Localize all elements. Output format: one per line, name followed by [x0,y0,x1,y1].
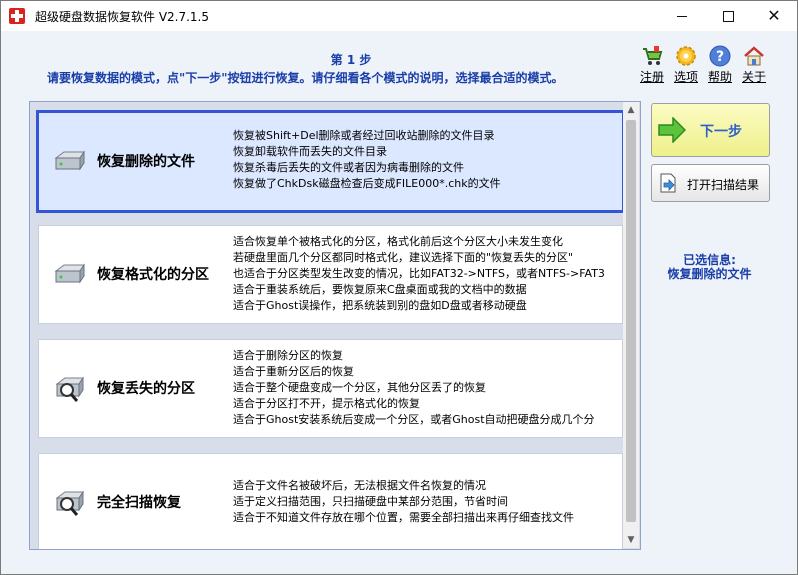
next-step-button[interactable]: 下一步 [651,103,770,157]
mode-description: 适合于删除分区的恢复 适合于重新分区后的恢复 适合于整个硬盘变成一个分区，其他分… [233,348,595,428]
desc-line: 适合于Ghost安装系统后变成一个分区，或者Ghost自动把硬盘分成几个分 [233,413,595,426]
window-title: 超级硬盘数据恢复软件 V2.7.1.5 [35,10,210,24]
desc-line: 恢复杀毒后丢失的文件或者因为病毒删除的文件 [233,161,464,174]
desc-line: 恢复被Shift+Del删除或者经过回收站删除的文件目录 [233,129,495,142]
mode-item-full-scan[interactable]: 完全扫描恢复 适合于文件名被破坏后，无法根据文件名恢复的情况 适于定义扫描范围，… [38,453,623,549]
step-header: 第 1 步 请要恢复数据的模式，点"下一步"按钮进行恢复。请仔细看各个模式的说明… [1,31,797,95]
mode-list: 恢复删除的文件 恢复被Shift+Del删除或者经过回收站删除的文件目录 恢复卸… [29,101,641,550]
desc-line: 适合于整个硬盘变成一个分区，其他分区丢了的恢复 [233,381,486,394]
mode-item-recover-lost-partition[interactable]: 恢复丢失的分区 适合于删除分区的恢复 适合于重新分区后的恢复 适合于整个硬盘变成… [38,339,623,438]
mode-description: 适合于文件名被破坏后，无法根据文件名恢复的情况 适于定义扫描范围，只扫描硬盘中某… [233,478,574,526]
minimize-button[interactable] [659,1,705,31]
open-scan-result-button[interactable]: 打开扫描结果 [651,164,770,202]
mode-item-recover-formatted[interactable]: 恢复格式化的分区 适合恢复单个被格式化的分区，格式化前后这个分区大小未发生变化 … [38,225,623,324]
desc-line: 适合恢复单个被格式化的分区，格式化前后这个分区大小未发生变化 [233,235,563,248]
desc-line: 适合于Ghost误操作，把系统装到别的盘如D盘或者移动硬盘 [233,299,527,312]
app-red-cross-icon [9,8,25,24]
mode-name: 完全扫描恢复 [97,495,181,511]
desc-line: 适合于重新分区后的恢复 [233,365,354,378]
desc-line: 适于定义扫描范围，只扫描硬盘中某部分范围，节省时间 [233,495,508,508]
minimize-icon [677,16,687,17]
title-bar[interactable]: 超级硬盘数据恢复软件 V2.7.1.5 ✕ [1,1,797,31]
app-window: 超级硬盘数据恢复软件 V2.7.1.5 ✕ 第 1 步 请要恢复数据的模式，点"… [0,0,798,575]
options-link[interactable]: 选项 [671,45,701,85]
mode-name: 恢复丢失的分区 [97,381,195,397]
svg-text:?: ? [716,49,724,65]
help-label: 帮助 [707,70,732,84]
disk-magnifier-icon [55,490,84,516]
mode-name: 恢复删除的文件 [97,154,195,170]
cart-icon [643,46,663,65]
selected-info-value: 恢复删除的文件 [667,267,752,281]
home-icon [744,46,764,66]
disk-magnifier-icon [55,376,84,402]
gear-icon [676,46,696,66]
about-link[interactable]: 关于 [739,45,769,85]
desc-line: 恢复做了ChkDsk磁盘检查后变成FILE000*.chk的文件 [233,177,501,190]
help-icon: ? [709,45,731,67]
options-label: 选项 [673,70,698,84]
help-link[interactable]: ? 帮助 [705,45,735,85]
register-link[interactable]: 注册 [637,45,667,85]
harddisk-icon [54,263,85,284]
about-label: 关于 [741,70,766,84]
maximize-button[interactable] [705,1,751,31]
green-arrow-icon [658,117,686,143]
selected-info-label: 已选信息: [683,253,736,267]
mode-name: 恢复格式化的分区 [97,267,209,283]
scroll-down-arrow-icon[interactable]: ▼ [623,532,639,548]
step-instruction: 请要恢复数据的模式，点"下一步"按钮进行恢复。请仔细看各个模式的说明，选择最合适… [47,71,564,85]
step-title: 第 1 步 [330,53,372,67]
mode-description: 适合恢复单个被格式化的分区，格式化前后这个分区大小未发生变化 若硬盘里面几个分区… [233,234,605,314]
close-icon: ✕ [767,6,781,25]
selected-info: 已选信息: 恢复删除的文件 [651,253,768,281]
desc-line: 恢复卸载软件而丢失的文件目录 [233,145,387,158]
desc-line: 也适合于分区类型发生改变的情况，比如FAT32->NTFS，或者NTFS->FA… [233,267,605,280]
desc-line: 适合于文件名被破坏后，无法根据文件名恢复的情况 [233,479,486,492]
desc-line: 若硬盘里面几个分区都同时格式化，建议选择下面的"恢复丢失的分区" [233,251,574,264]
maximize-icon [722,11,734,22]
close-button[interactable]: ✕ [751,1,797,31]
next-step-label: 下一步 [700,124,742,140]
mode-list-scrollbar[interactable]: ▲ ▼ [623,102,639,548]
open-document-icon [660,173,676,193]
mode-description: 恢复被Shift+Del删除或者经过回收站删除的文件目录 恢复卸载软件而丢失的文… [233,128,501,192]
open-scan-result-label: 打开扫描结果 [687,178,760,192]
desc-line: 适合于重装系统后，要恢复原来C盘桌面或我的文档中的数据 [233,283,527,296]
scroll-thumb[interactable] [626,120,636,522]
register-label: 注册 [639,70,664,84]
scroll-up-arrow-icon[interactable]: ▲ [623,102,639,118]
desc-line: 适合于分区打不开，提示格式化的恢复 [233,397,420,410]
harddisk-icon [54,150,85,171]
desc-line: 适合于删除分区的恢复 [233,349,343,362]
mode-item-recover-deleted[interactable]: 恢复删除的文件 恢复被Shift+Del删除或者经过回收站删除的文件目录 恢复卸… [36,110,625,213]
desc-line: 适合于不知道文件存放在哪个位置，需要全部扫描出来再仔细查找文件 [233,511,574,524]
